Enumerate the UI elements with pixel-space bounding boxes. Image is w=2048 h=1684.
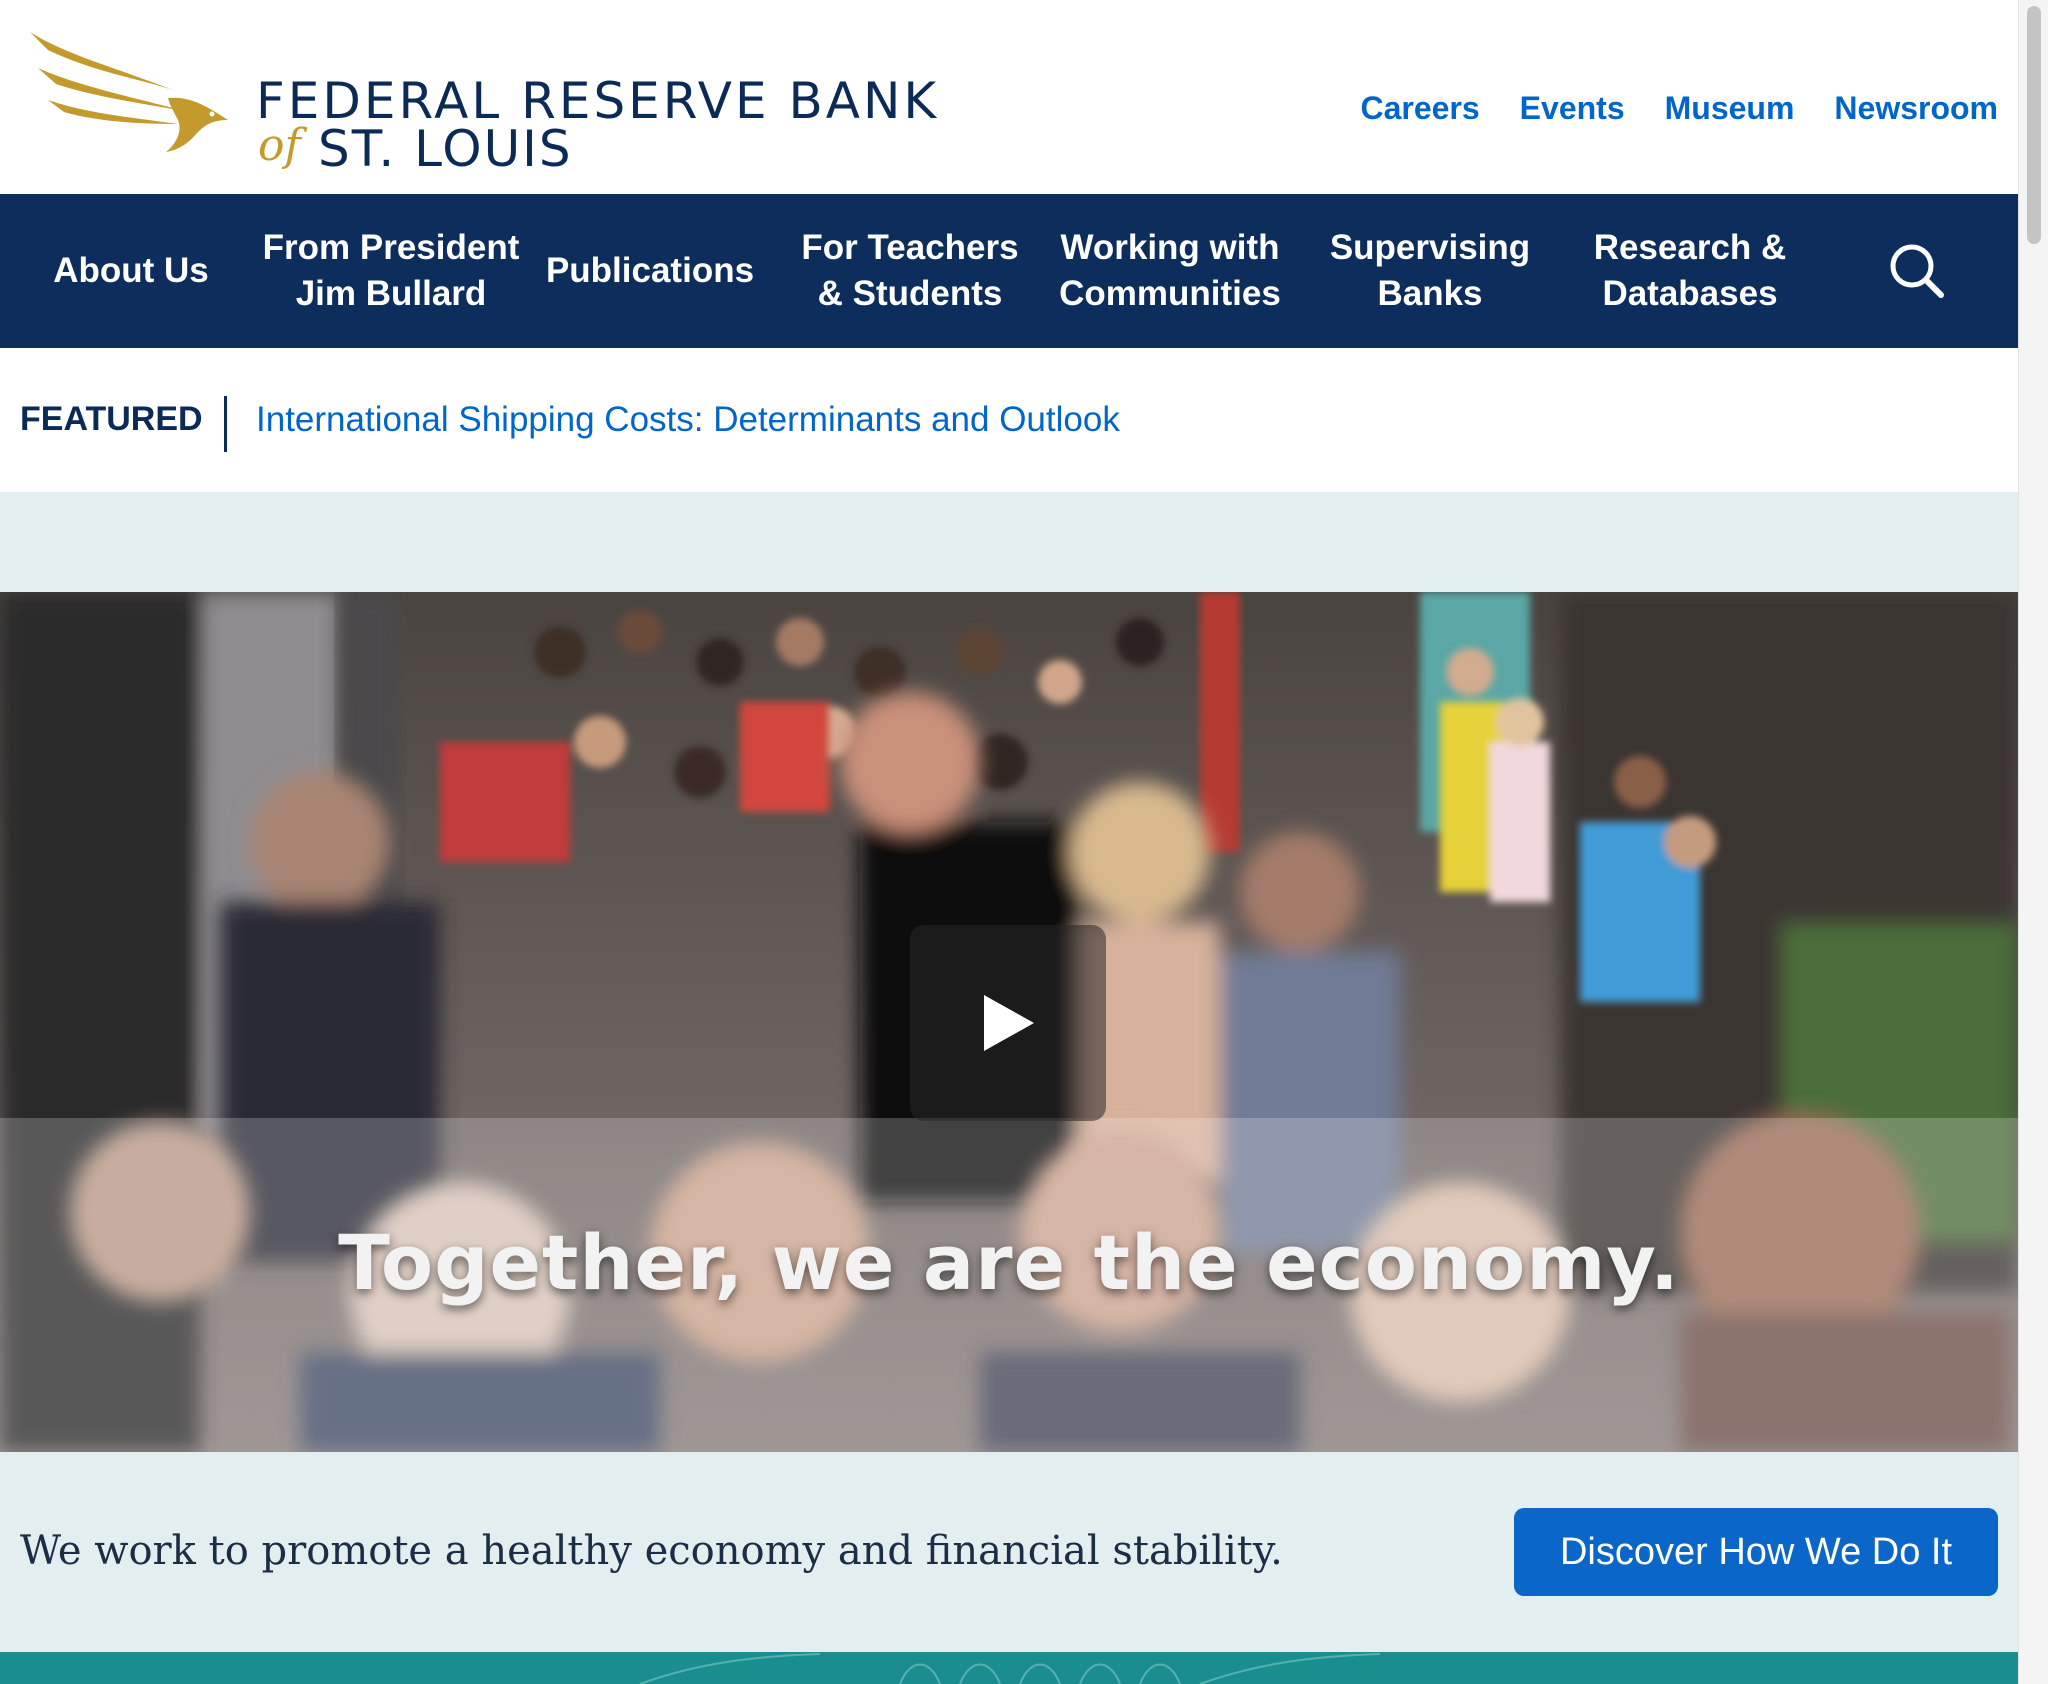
- nav-item-working-communities[interactable]: Working with Communities: [1040, 194, 1300, 348]
- featured-link[interactable]: International Shipping Costs: Determinan…: [256, 400, 1120, 440]
- decorative-arcs: [639, 1653, 1381, 1684]
- tagline-row: We work to promote a healthy economy and…: [0, 1452, 2018, 1652]
- featured-label: FEATURED: [20, 400, 203, 438]
- play-icon: [984, 995, 1034, 1051]
- logo-of: of: [258, 120, 301, 171]
- page-scrollbar[interactable]: [2018, 0, 2048, 1684]
- play-button[interactable]: [910, 925, 1106, 1121]
- utility-link-careers[interactable]: Careers: [1360, 90, 1479, 127]
- search-button[interactable]: [1842, 194, 1992, 348]
- utility-nav: Careers Events Museum Newsroom: [1360, 90, 1998, 127]
- hero-video[interactable]: Together, we are the economy.: [0, 592, 2018, 1452]
- search-icon: [1890, 244, 1944, 298]
- page: FEDERAL RESERVE BANK of ST. LOUIS Career…: [0, 0, 2048, 1684]
- nav-item-publications[interactable]: Publications: [520, 194, 780, 348]
- video-caption: Together, we are the economy.: [338, 1218, 1680, 1307]
- utility-link-events[interactable]: Events: [1520, 90, 1625, 127]
- site-logo[interactable]: FEDERAL RESERVE BANK of ST. LOUIS: [28, 28, 978, 178]
- eagle-logo-icon: [30, 32, 228, 152]
- featured-bar: FEATURED International Shipping Costs: D…: [0, 348, 2018, 492]
- featured-divider: [224, 396, 227, 452]
- nav-item-about-us[interactable]: About Us: [0, 194, 262, 348]
- nav-item-research-databases[interactable]: Research & Databases: [1560, 194, 1820, 348]
- utility-link-museum[interactable]: Museum: [1665, 90, 1795, 127]
- utility-link-newsroom[interactable]: Newsroom: [1834, 90, 1998, 127]
- hero-tagline: We work to promote a healthy economy and…: [20, 1528, 1283, 1574]
- teal-section-top: [0, 1652, 2018, 1684]
- page-content: FEDERAL RESERVE BANK of ST. LOUIS Career…: [0, 0, 2018, 1684]
- discover-button[interactable]: Discover How We Do It: [1514, 1508, 1998, 1596]
- nav-item-from-president[interactable]: From President Jim Bullard: [262, 194, 520, 348]
- site-header: FEDERAL RESERVE BANK of ST. LOUIS Career…: [0, 0, 2018, 194]
- main-nav: About Us From President Jim Bullard Publ…: [0, 194, 2018, 348]
- nav-item-supervising-banks[interactable]: Supervising Banks: [1300, 194, 1560, 348]
- nav-item-teachers-students[interactable]: For Teachers & Students: [780, 194, 1040, 348]
- scrollbar-thumb[interactable]: [2027, 6, 2041, 244]
- logo-line-2: ST. LOUIS: [318, 120, 573, 178]
